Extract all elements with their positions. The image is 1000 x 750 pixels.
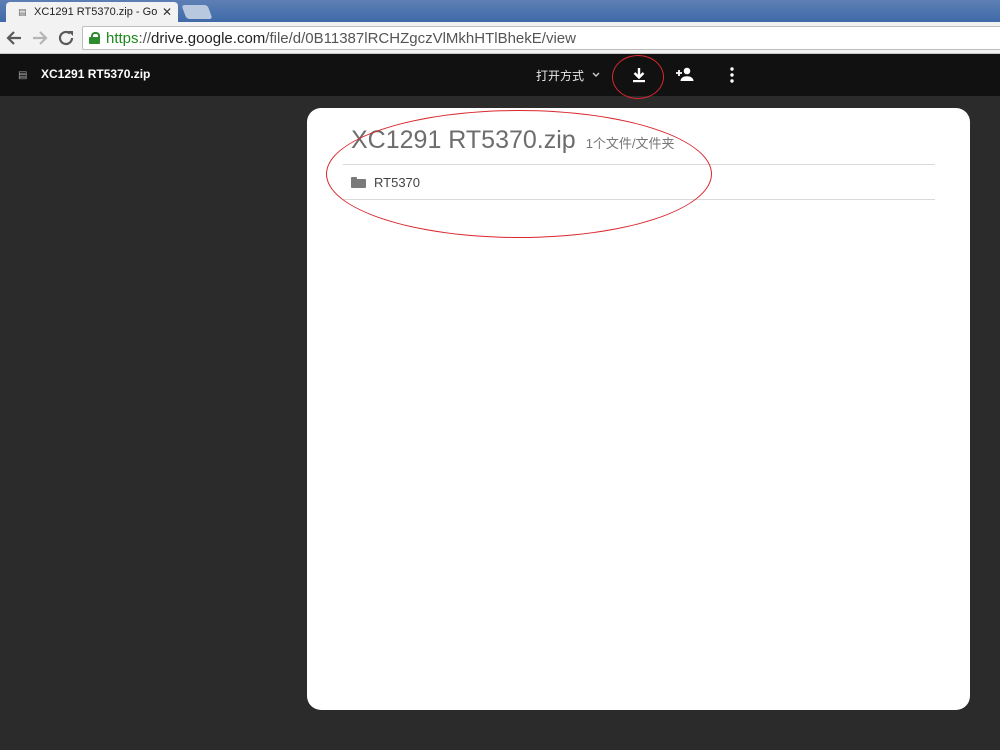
share-button[interactable] (674, 64, 698, 86)
browser-toolbar: https://drive.google.com/file/d/0B11387l… (0, 22, 1000, 54)
open-with-button[interactable]: 打开方式 (536, 67, 600, 84)
more-options-button[interactable] (722, 64, 742, 86)
reload-icon[interactable] (55, 27, 77, 49)
open-with-label: 打开方式 (536, 69, 585, 83)
more-vert-icon (730, 67, 734, 83)
drive-viewer-header: ▤ XC1291 RT5370.zip 打开方式 (0, 54, 1000, 96)
browser-tab[interactable]: ▤ XC1291 RT5370.zip - Go ✕ (6, 2, 178, 22)
archive-title: XC1291 RT5370.zip (351, 126, 576, 154)
back-arrow-icon[interactable] (3, 27, 25, 49)
address-bar[interactable]: https://drive.google.com/file/d/0B11387l… (82, 26, 1000, 50)
download-button[interactable] (626, 62, 652, 88)
folder-name: RT5370 (374, 174, 421, 190)
url-text: https://drive.google.com/file/d/0B11387l… (106, 29, 576, 47)
secure-lock-icon (89, 32, 100, 44)
tab-close-icon[interactable]: ✕ (162, 6, 172, 18)
divider (343, 199, 935, 200)
browser-tab-strip: ▤ XC1291 RT5370.zip - Go ✕ (0, 0, 1000, 22)
chevron-down-icon (592, 70, 600, 81)
divider (343, 164, 935, 165)
card-header: XC1291 RT5370.zip 1个文件/文件夹 (351, 126, 675, 155)
new-tab-button[interactable] (181, 5, 213, 19)
list-item-folder[interactable]: RT5370 (351, 172, 420, 192)
item-count: 1个文件/文件夹 (585, 136, 675, 151)
forward-arrow-icon[interactable] (29, 27, 51, 49)
add-person-icon (676, 67, 694, 81)
header-file-name: XC1291 RT5370.zip (41, 67, 151, 81)
archive-contents-card: XC1291 RT5370.zip 1个文件/文件夹 RT5370 (307, 108, 970, 710)
tab-title: XC1291 RT5370.zip - Go (34, 6, 158, 18)
file-icon: ▤ (18, 70, 28, 81)
download-icon (633, 68, 645, 83)
folder-icon (351, 176, 366, 188)
drive-file-favicon-icon: ▤ (18, 7, 27, 17)
